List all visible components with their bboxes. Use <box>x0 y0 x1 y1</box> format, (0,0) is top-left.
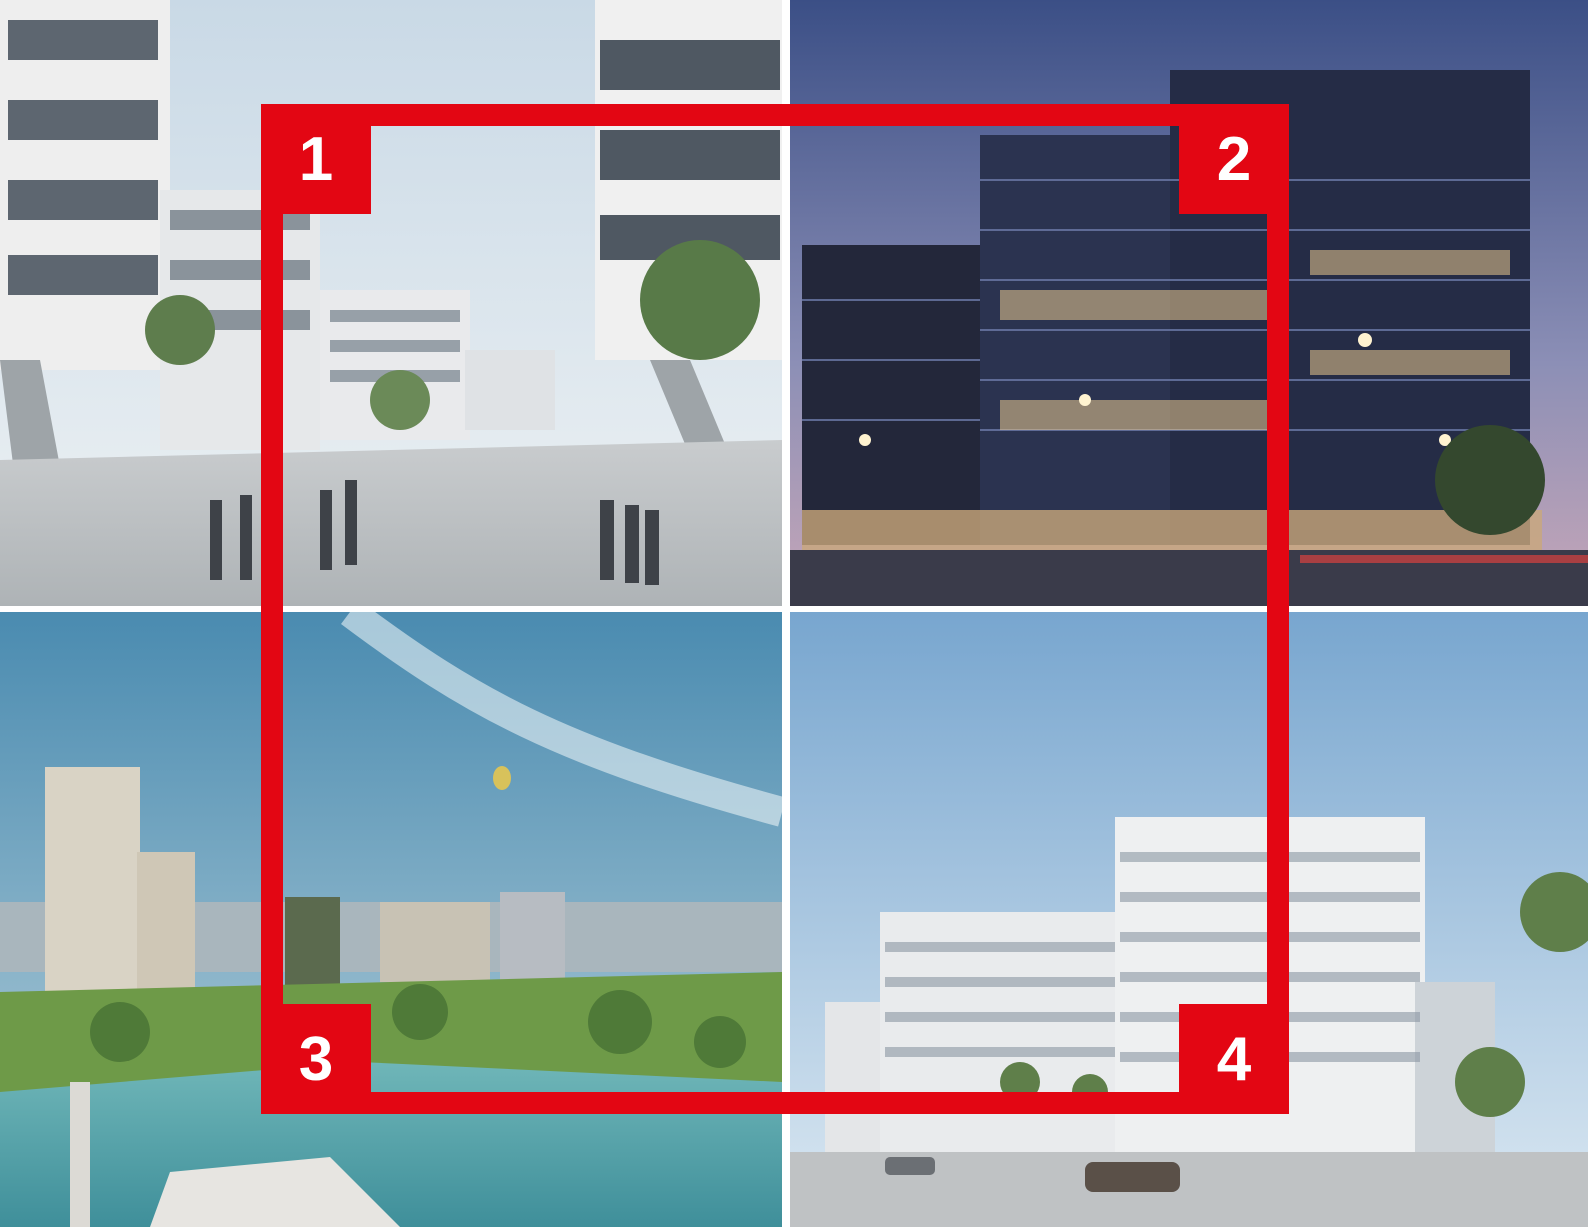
photo-tile-4 <box>790 612 1588 1227</box>
number-badge-2: 2 <box>1179 104 1289 214</box>
photo-tile-1 <box>0 0 782 606</box>
night-office-photo <box>790 0 1588 606</box>
number-badge-3: 3 <box>261 1004 371 1114</box>
plaza-photo <box>0 0 782 606</box>
lakeside-aerial-photo <box>0 612 782 1227</box>
photo-tile-3 <box>0 612 782 1227</box>
number-badge-1: 1 <box>261 104 371 214</box>
office-complex-photo <box>790 612 1588 1227</box>
photo-tile-2 <box>790 0 1588 606</box>
number-badge-4: 4 <box>1179 1004 1289 1114</box>
